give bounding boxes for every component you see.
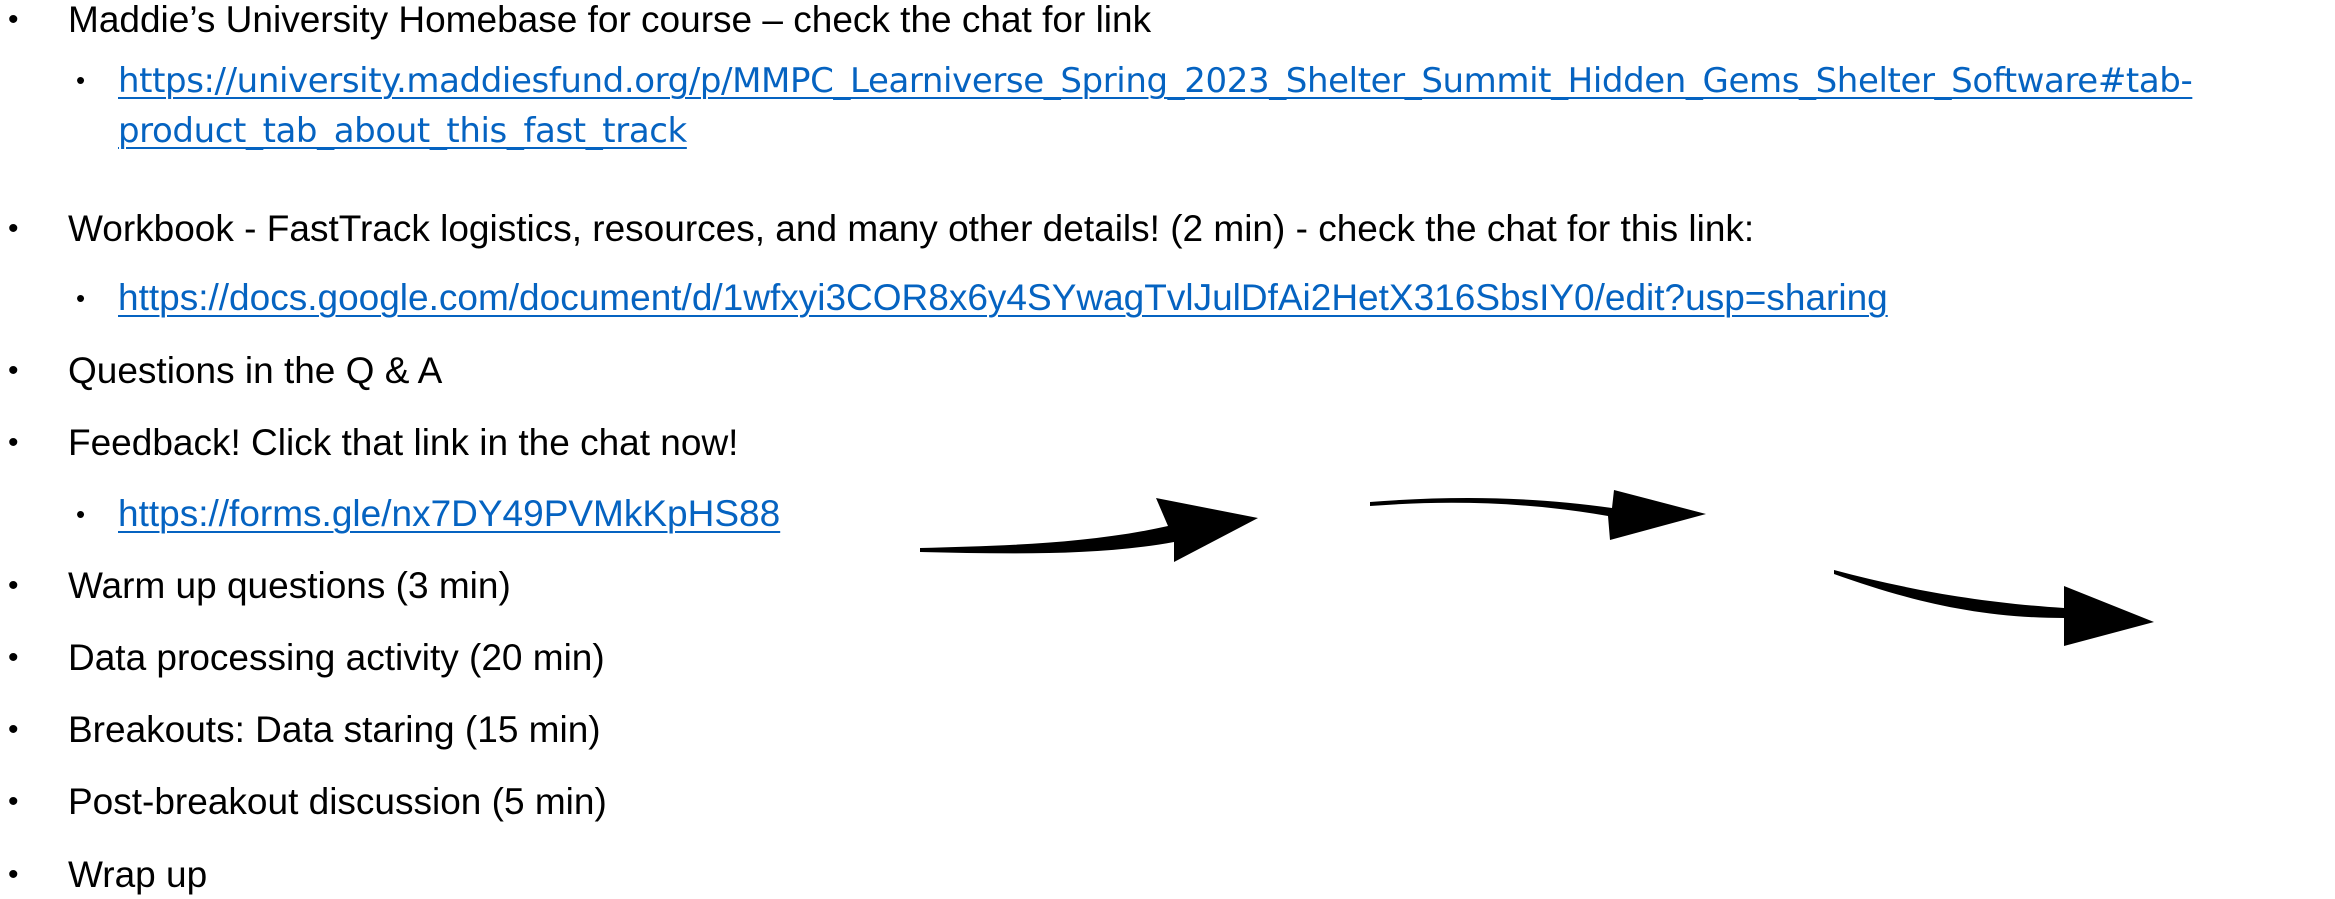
agenda-item-text: Workbook - FastTrack logistics, resource…: [68, 208, 1755, 249]
curved-arrow-icon: [1370, 490, 1706, 540]
agenda-item-text: Warm up questions (3 min): [68, 565, 511, 606]
bullet-dot: •: [8, 569, 19, 602]
agenda-item-text: Maddie’s University Homebase for course …: [68, 0, 1152, 40]
agenda-item-text: Wrap up: [68, 854, 208, 895]
agenda-item-text: Data processing activity (20 min): [68, 637, 605, 678]
bullet-dot: •: [8, 3, 19, 36]
bullet-dot: •: [8, 212, 19, 245]
homebase-link-line1: https://university.maddiesfund.org/p/MMP…: [118, 61, 2193, 101]
feedback-form-link[interactable]: https://forms.gle/nx7DY49PVMkKpHS88: [118, 493, 780, 534]
curved-arrow-icon: [920, 498, 1258, 562]
agenda-item-text: Breakouts: Data staring (15 min): [68, 709, 601, 750]
bullet-dot: •: [8, 858, 19, 891]
feedback-link-wrapper: https://forms.gle/nx7DY49PVMkKpHS88: [118, 490, 780, 538]
bullet-dot: •: [8, 354, 19, 387]
bullet-dot: •: [76, 65, 86, 95]
bullet-dot: •: [8, 426, 19, 459]
bullet-dot: •: [8, 785, 19, 818]
homebase-link-line2: product_tab_about_this_fast_track: [118, 111, 687, 151]
workbook-google-doc-link[interactable]: https://docs.google.com/document/d/1wfxy…: [118, 277, 1888, 318]
agenda-item-text: Feedback! Click that link in the chat no…: [68, 422, 739, 463]
homebase-link-wrapper: https://university.maddiesfund.org/p/MMP…: [118, 56, 2333, 156]
homebase-course-link[interactable]: https://university.maddiesfund.org/p/MMP…: [118, 61, 2193, 151]
bullet-dot: •: [76, 499, 86, 529]
curved-arrow-icon: [1834, 570, 2154, 646]
agenda-item-text: Post-breakout discussion (5 min): [68, 781, 607, 822]
agenda-item-text: Questions in the Q & A: [68, 350, 443, 391]
bullet-dot: •: [76, 283, 86, 313]
bullet-dot: •: [8, 641, 19, 674]
workbook-link-wrapper: https://docs.google.com/document/d/1wfxy…: [118, 274, 1888, 322]
bullet-dot: •: [8, 713, 19, 746]
